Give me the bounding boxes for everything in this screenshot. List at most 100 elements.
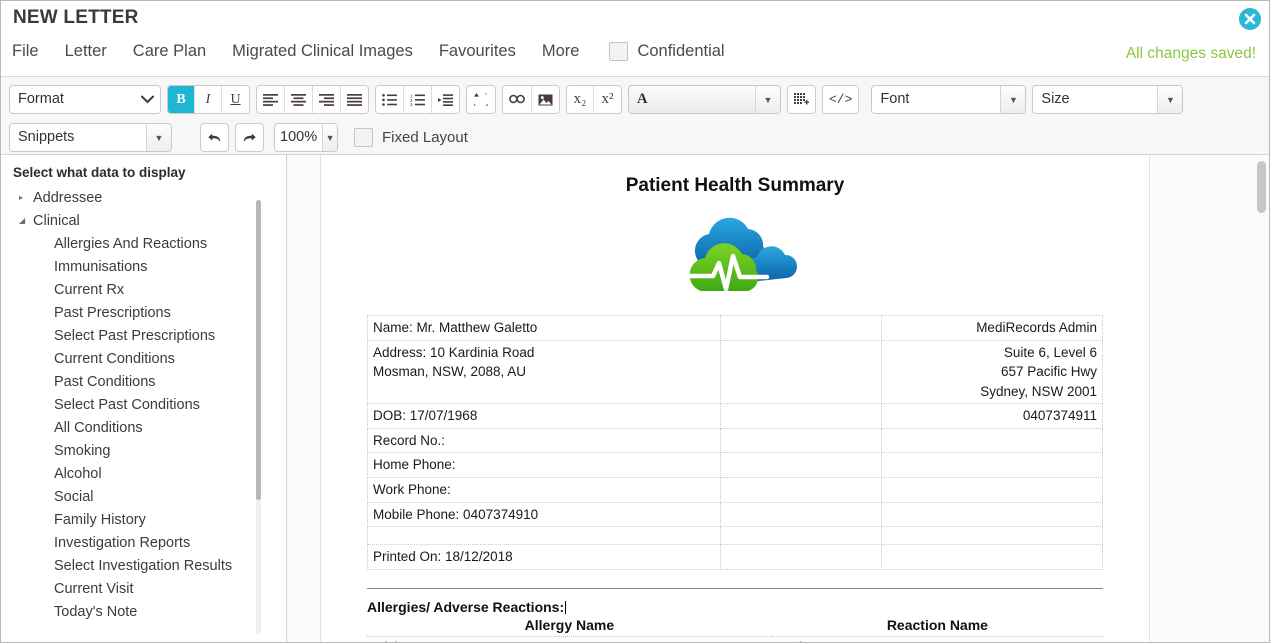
sidebar-item-past-prescriptions[interactable]: Past Prescriptions xyxy=(1,301,286,324)
chevron-down-icon[interactable]: ▼ xyxy=(146,124,171,151)
italic-button[interactable]: I xyxy=(195,86,222,113)
script-group: x₂ x² xyxy=(566,85,622,114)
menu-item-migrated-clinical-images[interactable]: Migrated Clinical Images xyxy=(232,42,429,61)
chevron-down-icon xyxy=(135,86,160,113)
confidential-label: Confidential xyxy=(637,42,725,60)
sidebar-item-current-conditions[interactable]: Current Conditions xyxy=(1,347,286,370)
sidebar-item-todays-note[interactable]: Today's Note xyxy=(1,600,286,623)
table-row: Home Phone: xyxy=(367,452,1103,478)
menu-item-letter[interactable]: Letter xyxy=(65,42,123,61)
redo-icon[interactable] xyxy=(235,123,264,152)
menu-item-more[interactable]: More xyxy=(542,42,596,61)
subscript-button[interactable]: x₂ xyxy=(567,86,594,113)
document-page[interactable]: Patient Health Summary Name: Mr. Matthew… xyxy=(320,155,1150,642)
alignment-group xyxy=(256,85,369,114)
undo-icon[interactable] xyxy=(200,123,229,152)
superscript-button[interactable]: x² xyxy=(594,86,621,113)
spacer-cell xyxy=(719,501,883,528)
empty-cell xyxy=(881,476,1103,503)
allergies-section-label: Allergies/ Adverse Reactions: xyxy=(367,598,565,615)
indent-icon[interactable] xyxy=(432,86,459,113)
chevron-down-icon[interactable]: ▼ xyxy=(1157,86,1183,113)
data-tree: ▸ Addressee ◢ Clinical Allergies And Rea… xyxy=(1,186,286,623)
bullet-list-icon[interactable] xyxy=(376,86,404,113)
image-icon[interactable] xyxy=(532,86,559,113)
chevron-down-icon[interactable]: ▼ xyxy=(322,124,337,151)
spacer-cell xyxy=(719,427,883,454)
sidebar-item-investigation-reports[interactable]: Investigation Reports xyxy=(1,531,286,554)
menu-item-care-plan[interactable]: Care Plan xyxy=(133,42,222,61)
size-select[interactable]: Size ▼ xyxy=(1032,85,1184,114)
close-icon[interactable] xyxy=(1238,7,1262,31)
sidebar-item-select-past-prescriptions[interactable]: Select Past Prescriptions xyxy=(1,324,286,347)
link-icon[interactable] xyxy=(503,86,532,113)
sidebar-item-family-history[interactable]: Family History xyxy=(1,508,286,531)
sidebar-item-all-conditions[interactable]: All Conditions xyxy=(1,416,286,439)
table-icon[interactable] xyxy=(788,86,815,113)
confidential-checkbox[interactable] xyxy=(609,42,629,61)
spacer-cell xyxy=(719,315,883,341)
empty-cell xyxy=(881,427,1103,454)
chevron-down-icon[interactable]: ◢ xyxy=(19,216,33,225)
sidebar-item-smoking[interactable]: Smoking xyxy=(1,439,286,462)
underline-button[interactable]: U xyxy=(222,86,249,113)
patient-mobile-phone-cell: Mobile Phone: 0407374910 xyxy=(367,501,721,528)
confidential-field: Confidential xyxy=(609,42,725,61)
fixed-layout-checkbox[interactable] xyxy=(354,128,373,147)
align-justify-icon[interactable] xyxy=(341,86,368,113)
chevron-down-icon[interactable]: ▼ xyxy=(1000,86,1026,113)
column-header-allergy-name: Allergy Name xyxy=(524,616,615,633)
chevron-down-icon[interactable]: ▼ xyxy=(755,86,780,113)
align-right-icon[interactable] xyxy=(313,86,341,113)
sidebar-item-select-investigation-results[interactable]: Select Investigation Results xyxy=(1,554,286,577)
sidebar-item-current-rx[interactable]: Current Rx xyxy=(1,278,286,301)
sidebar-item-addressee[interactable]: ▸ Addressee xyxy=(1,186,286,209)
font-select[interactable]: Font ▼ xyxy=(871,85,1027,114)
spacer-cell xyxy=(719,403,883,429)
sidebar-item-select-past-conditions[interactable]: Select Past Conditions xyxy=(1,393,286,416)
table-row: Printed On: 18/12/2018 xyxy=(367,544,1103,570)
format-select[interactable]: Format xyxy=(9,85,161,114)
list-group: 123 xyxy=(375,85,460,114)
chevron-right-icon[interactable]: ▸ xyxy=(19,193,33,202)
allergies-table: Allergy Name Reaction Name sulphur Rash xyxy=(367,617,1103,642)
document-scrollbar-thumb[interactable] xyxy=(1257,161,1266,213)
zoom-select[interactable]: 100% ▼ xyxy=(274,123,338,152)
source-group: </> xyxy=(822,85,860,114)
menu-item-favourites[interactable]: Favourites xyxy=(439,42,532,61)
fullscreen-icon[interactable] xyxy=(467,86,495,113)
numbered-list-icon[interactable]: 123 xyxy=(404,86,432,113)
sidebar-scrollbar-thumb[interactable] xyxy=(256,200,261,500)
sidebar-item-immunisations[interactable]: Immunisations xyxy=(1,255,286,278)
bold-button[interactable]: B xyxy=(168,86,195,113)
section-divider xyxy=(367,587,1103,589)
align-left-icon[interactable] xyxy=(257,86,285,113)
patient-home-phone-cell: Home Phone: xyxy=(367,452,721,478)
history-group xyxy=(200,123,264,152)
text-color-select[interactable]: A ▼ xyxy=(628,85,781,114)
menu-item-file[interactable]: File xyxy=(12,42,55,61)
fullscreen-group xyxy=(466,85,496,114)
fixed-layout-label: Fixed Layout xyxy=(382,129,468,146)
patient-header-table: Name: Mr. Matthew Galetto MediRecords Ad… xyxy=(367,315,1103,570)
printed-on-cell: Printed On: 18/12/2018 xyxy=(367,544,721,570)
patient-dob-cell: DOB: 17/07/1968 xyxy=(367,403,721,429)
insert-group xyxy=(502,85,560,114)
main-menu: File Letter Care Plan Migrated Clinical … xyxy=(12,42,725,61)
sidebar-item-alcohol[interactable]: Alcohol xyxy=(1,462,286,485)
snippets-select[interactable]: Snippets ▼ xyxy=(9,123,172,152)
patient-record-no-cell: Record No.: xyxy=(367,427,721,454)
address-line-2: Mosman, NSW, 2088, AU xyxy=(373,364,527,380)
source-code-button[interactable]: </> xyxy=(823,86,859,113)
sidebar-item-social[interactable]: Social xyxy=(1,485,286,508)
address-line-1: Address: 10 Kardinia Road xyxy=(373,344,535,360)
align-center-icon[interactable] xyxy=(285,86,313,113)
reaction-name-cell: Rash xyxy=(771,635,1103,642)
spacer-cell xyxy=(719,339,883,405)
sidebar-item-current-visit[interactable]: Current Visit xyxy=(1,577,286,600)
table-row xyxy=(367,526,1103,546)
sidebar-item-clinical[interactable]: ◢ Clinical xyxy=(1,209,286,232)
sidebar-item-allergies-and-reactions[interactable]: Allergies And Reactions xyxy=(1,232,286,255)
document-scrollbar-track[interactable] xyxy=(1257,157,1266,640)
sidebar-item-past-conditions[interactable]: Past Conditions xyxy=(1,370,286,393)
